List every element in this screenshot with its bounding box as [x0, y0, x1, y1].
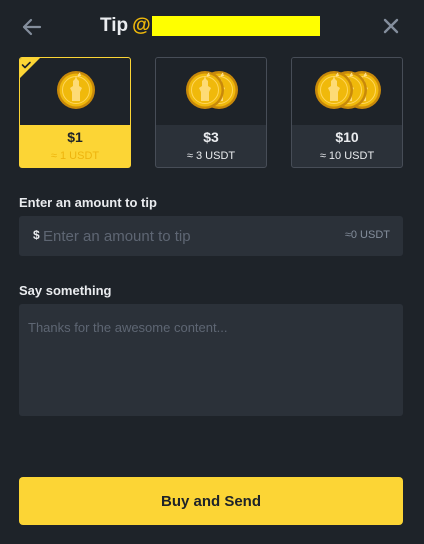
tip-amount: $3	[203, 129, 219, 145]
tip-option-3[interactable]: $3 ≈ 3 USDT	[155, 57, 267, 168]
title-text: Tip	[100, 15, 129, 36]
back-button[interactable]	[20, 16, 44, 38]
amount-field: $ ≈0 USDT	[19, 216, 403, 256]
tip-amount: $10	[335, 129, 359, 145]
close-icon	[383, 18, 399, 34]
amount-label: Enter an amount to tip	[19, 195, 157, 210]
selected-check-icon	[20, 58, 40, 78]
coins-2	[156, 68, 266, 114]
header: Tip @	[0, 0, 424, 54]
arrow-left-icon	[22, 18, 42, 36]
coin-image-area	[156, 58, 266, 125]
tip-option-10[interactable]: $10 ≈ 10 USDT	[291, 57, 403, 168]
usdt-estimate: ≈0 USDT	[344, 229, 390, 241]
message-label: Say something	[19, 283, 112, 298]
coin-icon	[186, 71, 224, 109]
buy-and-send-button[interactable]: Buy and Send	[19, 477, 403, 525]
message-input[interactable]	[19, 304, 403, 416]
currency-symbol: $	[33, 228, 40, 242]
coin-icon	[315, 71, 353, 109]
coin-icon	[57, 71, 95, 109]
username-prefix: @	[132, 15, 151, 36]
close-button[interactable]	[380, 15, 402, 37]
coin-image-area	[292, 58, 402, 125]
tip-usdt: ≈ 10 USDT	[319, 150, 375, 162]
page-title: Tip @	[100, 15, 151, 37]
tip-options: $1 ≈ 1 USDT $3 ≈ 3 USDT $10 ≈ 10 USDT	[19, 57, 403, 168]
tip-usdt: ≈ 3 USDT	[186, 150, 236, 162]
amount-input[interactable]	[43, 225, 333, 247]
tip-option-1[interactable]: $1 ≈ 1 USDT	[19, 57, 131, 168]
coins-3	[292, 68, 402, 114]
tip-usdt: ≈ 1 USDT	[50, 150, 100, 162]
redacted-username	[152, 16, 320, 36]
tip-amount: $1	[67, 129, 83, 145]
